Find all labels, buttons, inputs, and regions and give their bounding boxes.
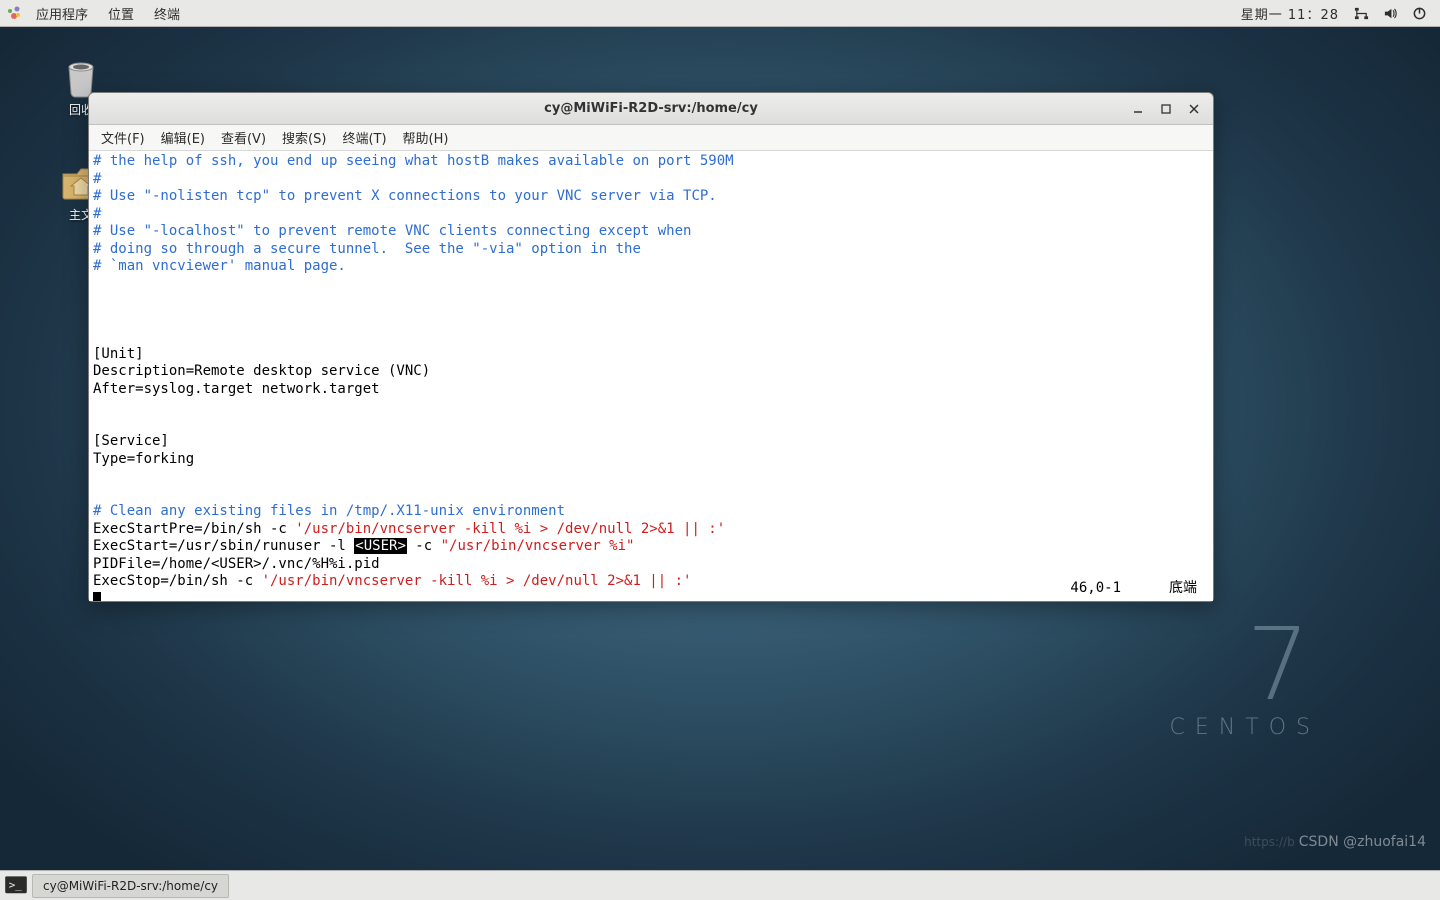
volume-icon[interactable] bbox=[1376, 6, 1405, 21]
menu-view[interactable]: 查看(V) bbox=[213, 125, 274, 150]
comment-line: # Use "-localhost" to prevent remote VNC… bbox=[93, 223, 691, 239]
centos-version: 7 bbox=[1170, 615, 1320, 715]
menu-places[interactable]: 位置 bbox=[98, 0, 144, 27]
window-titlebar[interactable]: cy@MiWiFi-R2D-srv:/home/cy bbox=[89, 93, 1213, 125]
menu-applications[interactable]: 应用程序 bbox=[26, 0, 98, 27]
cfg-line: PIDFile=/home/<USER>/.vnc/%H%i.pid bbox=[93, 556, 380, 572]
window-menubar: 文件(F) 编辑(E) 查看(V) 搜索(S) 终端(T) 帮助(H) bbox=[89, 125, 1213, 151]
menu-help[interactable]: 帮助(H) bbox=[395, 125, 457, 150]
taskbar-window-button[interactable]: cy@MiWiFi-R2D-srv:/home/cy bbox=[32, 874, 229, 898]
cfg-line: After=syslog.target network.target bbox=[93, 381, 380, 397]
close-button[interactable] bbox=[1181, 99, 1207, 119]
section-service: [Service] bbox=[93, 433, 169, 449]
network-icon[interactable] bbox=[1347, 6, 1376, 21]
editor-cursor bbox=[93, 592, 101, 602]
comment-line: # Use "-nolisten tcp" to prevent X conne… bbox=[93, 188, 717, 204]
centos-brand: 7 CENTOS bbox=[1170, 615, 1320, 740]
terminal-window: cy@MiWiFi-R2D-srv:/home/cy 文件(F) 编辑(E) 查… bbox=[88, 92, 1214, 602]
user-placeholder: <USER> bbox=[354, 538, 407, 554]
terminal-content[interactable]: # the help of ssh, you end up seeing wha… bbox=[89, 151, 1213, 601]
centos-name: CENTOS bbox=[1170, 715, 1320, 740]
menu-terminal[interactable]: 终端 bbox=[144, 0, 190, 27]
menu-file[interactable]: 文件(F) bbox=[93, 125, 153, 150]
menu-edit[interactable]: 编辑(E) bbox=[153, 125, 213, 150]
clock[interactable]: 星期一 11：28 bbox=[1233, 4, 1347, 23]
cfg-line: ExecStop=/bin/sh -c '/usr/bin/vncserver … bbox=[93, 573, 691, 589]
power-icon[interactable] bbox=[1405, 6, 1434, 21]
csdn-watermark: https://bCSDN @zhuofai14 bbox=[1244, 834, 1426, 850]
gnome-logo-icon bbox=[6, 5, 22, 21]
svg-text:>_: >_ bbox=[9, 878, 23, 891]
comment-line: # Clean any existing files in /tmp/.X11-… bbox=[93, 503, 565, 519]
cfg-line: Type=forking bbox=[93, 451, 194, 467]
comment-line: # doing so through a secure tunnel. See … bbox=[93, 241, 641, 257]
cfg-line: Description=Remote desktop service (VNC) bbox=[93, 363, 430, 379]
comment-line: # `man vncviewer' manual page. bbox=[93, 258, 346, 274]
menu-terminal-menu[interactable]: 终端(T) bbox=[334, 125, 394, 150]
minimize-button[interactable] bbox=[1125, 99, 1151, 119]
comment-line: # bbox=[93, 171, 101, 187]
taskbar-terminal-icon[interactable]: >_ bbox=[4, 874, 28, 898]
editor-position: 46,0-1 bbox=[1070, 580, 1121, 598]
comment-line: # bbox=[93, 206, 101, 222]
menu-search[interactable]: 搜索(S) bbox=[274, 125, 334, 150]
top-panel: 应用程序 位置 终端 星期一 11：28 bbox=[0, 0, 1440, 27]
window-title: cy@MiWiFi-R2D-srv:/home/cy bbox=[544, 101, 758, 116]
comment-line: # the help of ssh, you end up seeing wha… bbox=[93, 153, 734, 169]
section-unit: [Unit] bbox=[93, 346, 144, 362]
cfg-line: ExecStartPre=/bin/sh -c '/usr/bin/vncser… bbox=[93, 521, 725, 537]
editor-location: 底端 bbox=[1169, 580, 1197, 598]
cfg-line: ExecStart=/usr/sbin/runuser -l <USER> -c… bbox=[93, 538, 634, 554]
maximize-button[interactable] bbox=[1153, 99, 1179, 119]
bottom-panel: >_ cy@MiWiFi-R2D-srv:/home/cy bbox=[0, 870, 1440, 900]
